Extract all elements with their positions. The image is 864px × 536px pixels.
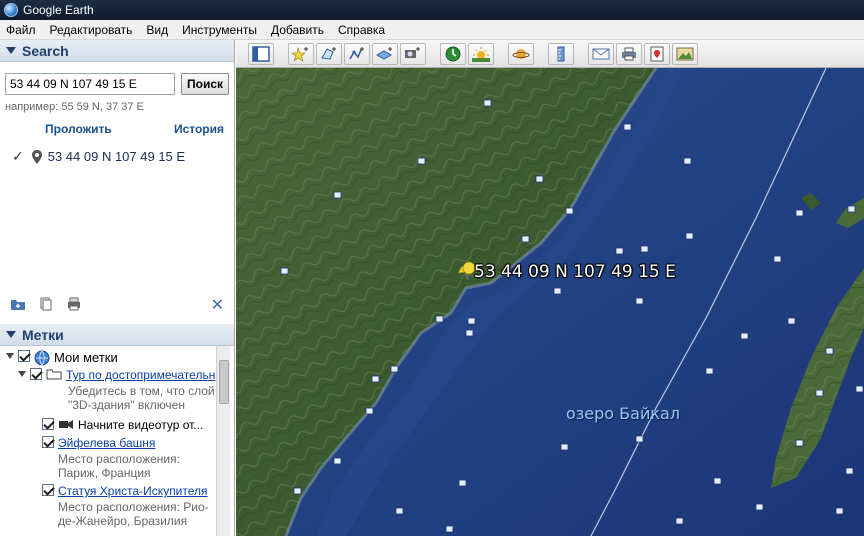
collapse-triangle-icon[interactable] xyxy=(6,47,16,54)
add-placemark-icon xyxy=(292,46,308,62)
menu-tools[interactable]: Инструменты xyxy=(176,23,265,37)
search-result-item[interactable]: ✓ 53 44 09 N 107 49 15 E xyxy=(12,148,185,165)
christ-location-line-1: Место расположения: Рио- xyxy=(58,500,209,514)
menu-bar: Файл Редактировать Вид Инструменты Добав… xyxy=(0,20,864,40)
globe-icon xyxy=(34,350,50,366)
lake-label: озеро Байкал xyxy=(566,404,681,423)
checkbox[interactable] xyxy=(42,484,54,496)
search-input[interactable] xyxy=(5,73,175,95)
christ-location-line-2: де-Жанейро, Бразилия xyxy=(58,514,188,528)
add-polygon-icon xyxy=(321,47,336,60)
christ-location: Место расположения: Рио- де-Жанейро, Бра… xyxy=(58,500,209,528)
email-button[interactable] xyxy=(588,43,614,65)
places-panel: Метки xyxy=(0,324,234,346)
menu-view[interactable]: Вид xyxy=(140,23,176,37)
expand-triangle-icon[interactable] xyxy=(18,371,26,377)
record-tour-button[interactable] xyxy=(400,43,426,65)
eiffel-tower-link[interactable]: Эйфелева башня xyxy=(58,436,155,450)
eiffel-location-line-2: Париж, Франция xyxy=(58,466,151,480)
print-button[interactable] xyxy=(616,43,642,65)
sunlight-icon xyxy=(472,47,490,62)
places-tree: Мои метки Тур по достопримечательн Убеди… xyxy=(4,346,230,536)
christ-statue-link[interactable]: Статуя Христа-Искупителя xyxy=(58,484,208,498)
search-header-label: Search xyxy=(22,42,69,59)
search-result-text: 53 44 09 N 107 49 15 E xyxy=(47,149,186,164)
scrollbar-thumb[interactable] xyxy=(219,360,229,404)
add-placemark-button[interactable] xyxy=(288,43,314,65)
places-header-label: Метки xyxy=(22,326,64,343)
add-overlay-button[interactable] xyxy=(372,43,398,65)
planets-button[interactable] xyxy=(508,43,534,65)
sidebar-toggle-icon xyxy=(252,46,270,62)
places-scrollbar[interactable] xyxy=(216,346,230,536)
map-view[interactable]: 53 44 09 N 107 49 15 E озеро Байкал xyxy=(236,68,864,536)
tour-label[interactable]: Тур по достопримечательн xyxy=(66,368,215,382)
search-tools: ✕ xyxy=(4,292,230,316)
sidebar-toggle-button[interactable] xyxy=(248,43,274,65)
search-row: Поиск xyxy=(5,73,229,95)
video-camera-icon xyxy=(59,420,73,429)
tour-note: Убедитесь в том, что слой "3D-здания" вк… xyxy=(68,384,215,412)
checkbox[interactable] xyxy=(18,350,30,362)
add-overlay-icon xyxy=(376,47,393,60)
add-polygon-button[interactable] xyxy=(316,43,342,65)
tree-item-eiffel[interactable]: Эйфелева башня xyxy=(42,436,155,450)
search-results: ✓ 53 44 09 N 107 49 15 E xyxy=(4,140,230,288)
eiffel-location-line-1: Место расположения: xyxy=(58,452,180,466)
window-title: Google Earth xyxy=(23,3,94,17)
placemark-label[interactable]: 53 44 09 N 107 49 15 E xyxy=(474,262,676,282)
tour-note-line-1: Убедитесь в том, что слой xyxy=(68,384,215,398)
planets-icon xyxy=(512,49,530,59)
tour-note-line-2: "3D-здания" включен xyxy=(68,398,185,412)
print-icon xyxy=(622,47,636,61)
menu-add[interactable]: Добавить xyxy=(265,23,332,37)
view-in-maps-button[interactable] xyxy=(644,43,670,65)
satellite-imagery xyxy=(236,68,864,536)
search-panel-header[interactable]: Search xyxy=(0,40,234,62)
record-tour-icon xyxy=(405,47,420,58)
search-button[interactable]: Поиск xyxy=(181,73,229,95)
view-in-maps-icon xyxy=(650,46,664,62)
save-image-icon xyxy=(676,47,694,61)
folder-icon xyxy=(46,369,62,380)
add-to-folder-icon[interactable] xyxy=(10,297,26,311)
expand-triangle-icon[interactable] xyxy=(6,353,14,359)
ruler-icon xyxy=(557,46,565,62)
checkmark-icon: ✓ xyxy=(12,148,24,164)
save-image-button[interactable] xyxy=(672,43,698,65)
checkbox[interactable] xyxy=(42,418,54,430)
menu-help[interactable]: Справка xyxy=(332,23,393,37)
google-earth-logo-icon xyxy=(4,3,18,17)
location-pin-icon xyxy=(31,149,42,164)
menu-edit[interactable]: Редактировать xyxy=(44,23,141,37)
menu-file[interactable]: Файл xyxy=(0,23,44,37)
checkbox[interactable] xyxy=(30,368,42,380)
print-icon[interactable] xyxy=(66,297,82,311)
copy-icon[interactable] xyxy=(38,297,54,311)
tree-item-tour[interactable]: Тур по достопримечательн xyxy=(18,368,215,382)
sunlight-button[interactable] xyxy=(468,43,494,65)
clear-search-close-icon[interactable]: ✕ xyxy=(211,295,224,315)
collapse-triangle-icon[interactable] xyxy=(6,331,16,338)
search-example-hint: например: 55 59 N, 37 37 E xyxy=(5,101,144,113)
places-panel-header[interactable]: Метки xyxy=(0,324,234,346)
map-toolbar xyxy=(236,40,864,68)
my-places-label: Мои метки xyxy=(54,350,118,365)
add-path-icon xyxy=(349,47,364,60)
historical-imagery-icon xyxy=(445,46,461,62)
eiffel-location: Место расположения: Париж, Франция xyxy=(58,452,180,480)
left-panel: Search Поиск например: 55 59 N, 37 37 E … xyxy=(0,40,235,536)
ruler-button[interactable] xyxy=(548,43,574,65)
video-tour-label: Начните видеотур от... xyxy=(78,418,204,432)
tree-item-my-places[interactable]: Мои метки xyxy=(6,350,118,366)
tree-item-video-tour[interactable]: Начните видеотур от... xyxy=(42,418,203,432)
add-path-button[interactable] xyxy=(344,43,370,65)
checkbox[interactable] xyxy=(42,436,54,448)
historical-imagery-button[interactable] xyxy=(440,43,466,65)
email-icon xyxy=(592,48,610,60)
tree-item-christ[interactable]: Статуя Христа-Искупителя xyxy=(42,484,208,498)
title-bar: Google Earth xyxy=(0,0,864,20)
